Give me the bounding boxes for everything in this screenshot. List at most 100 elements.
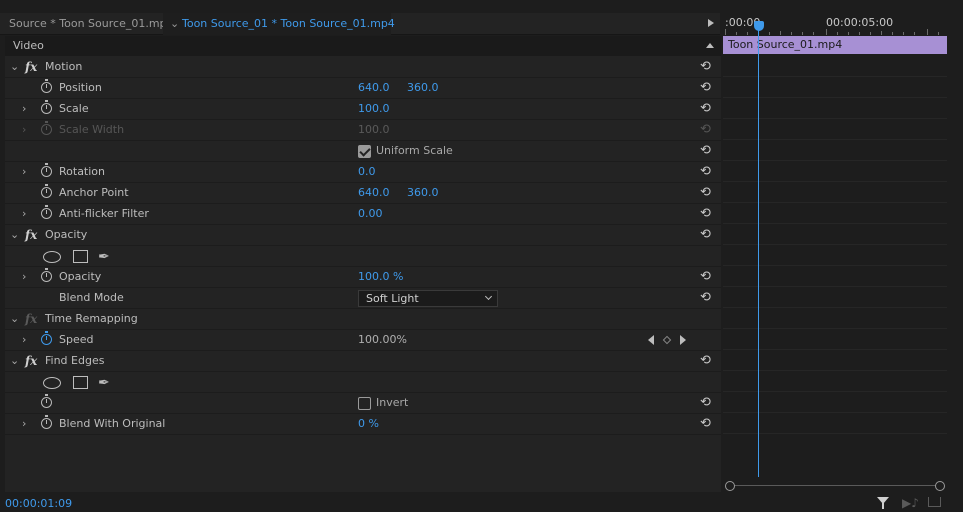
find-edges-masks-row: ✒ (5, 372, 721, 393)
pen-mask-icon[interactable]: ✒ (98, 247, 110, 267)
reset-icon[interactable]: ⟲ (700, 165, 713, 178)
anchor-y-value[interactable]: 360.0 (407, 183, 439, 203)
twirl-open-icon[interactable]: ⌄ (10, 309, 20, 329)
effect-find-edges-row[interactable]: ⌄ fx Find Edges ⟲ (5, 351, 721, 372)
chevron-down-icon (484, 292, 493, 301)
twirl-closed-icon[interactable]: › (22, 99, 32, 119)
scrollbar-start-handle[interactable] (725, 481, 735, 491)
audio-icon[interactable]: ▶♪ (902, 496, 919, 510)
filter-icon[interactable] (877, 497, 889, 509)
timeline-zoom-scrollbar[interactable] (725, 481, 945, 491)
twirl-open-icon[interactable]: ⌄ (10, 57, 20, 77)
rotation-value[interactable]: 0.0 (358, 162, 376, 182)
ruler-tick (938, 32, 939, 35)
reset-icon[interactable]: ⟲ (700, 60, 713, 73)
param-label: Rotation (59, 165, 106, 178)
lane-divider (723, 223, 947, 224)
param-anti-flicker-row: › Anti-flicker Filter 0.00 ⟲ (5, 204, 721, 225)
ruler-tick (769, 32, 770, 35)
reset-icon[interactable]: ⟲ (700, 417, 713, 430)
ellipse-mask-icon[interactable] (43, 251, 61, 263)
speed-value[interactable]: 100.00% (358, 330, 407, 350)
reset-icon[interactable]: ⟲ (700, 354, 713, 367)
ellipse-mask-icon[interactable] (43, 377, 61, 389)
reset-icon[interactable]: ⟲ (700, 270, 713, 283)
scrollbar-end-handle[interactable] (935, 481, 945, 491)
scale-value[interactable]: 100.0 (358, 99, 390, 119)
anti-flicker-value[interactable]: 0.00 (358, 204, 383, 224)
invert-checkbox[interactable] (358, 397, 371, 410)
uniform-scale-checkbox[interactable] (358, 145, 371, 158)
fx-icon[interactable]: fx (25, 57, 37, 77)
effect-motion-row[interactable]: ⌄ fx Motion ⟲ (5, 57, 721, 78)
tab-source[interactable]: Source * Toon Source_01.mp4 (9, 13, 174, 35)
stopwatch-icon[interactable] (41, 163, 52, 177)
add-keyframe-icon[interactable] (662, 335, 672, 345)
scrollbar-track[interactable] (733, 485, 937, 486)
current-timecode[interactable]: 00:00:01:09 (5, 497, 72, 510)
blend-with-original-value[interactable]: 0 % (358, 414, 379, 434)
pen-mask-icon[interactable]: ✒ (98, 373, 110, 393)
chevron-down-icon[interactable]: ⌄ (170, 13, 182, 35)
effect-opacity-row[interactable]: ⌄ fx Opacity ⟲ (5, 225, 721, 246)
reset-icon[interactable]: ⟲ (700, 207, 713, 220)
reset-icon[interactable]: ⟲ (700, 81, 713, 94)
clip-bar[interactable]: Toon Source_01.mp4 (723, 36, 947, 54)
param-opacity-row: › Opacity 100.0 % ⟲ (5, 267, 721, 288)
param-speed-row: › Speed 100.00% (5, 330, 721, 351)
stopwatch-icon[interactable] (41, 100, 52, 114)
stopwatch-icon[interactable] (41, 394, 52, 408)
lane-divider (723, 433, 947, 434)
twirl-closed-icon[interactable]: › (22, 414, 32, 434)
rectangle-mask-icon[interactable] (73, 250, 88, 263)
opacity-value[interactable]: 100.0 % (358, 267, 403, 287)
video-label: Video (13, 39, 44, 52)
twirl-open-icon[interactable]: ⌄ (10, 225, 20, 245)
fx-icon[interactable]: fx (25, 351, 37, 371)
play-icon[interactable] (708, 19, 714, 27)
scroll-up-icon[interactable] (706, 43, 714, 48)
reset-icon[interactable]: ⟲ (700, 186, 713, 199)
ruler-tick (791, 32, 792, 35)
position-y-value[interactable]: 360.0 (407, 78, 439, 98)
stopwatch-icon[interactable] (41, 205, 52, 219)
export-icon[interactable] (928, 497, 941, 507)
blend-mode-dropdown[interactable]: Soft Light (358, 290, 498, 307)
ruler-tick (859, 32, 860, 35)
reset-icon[interactable]: ⟲ (700, 102, 713, 115)
stopwatch-icon[interactable] (41, 268, 52, 282)
ruler-tick (780, 31, 781, 35)
playhead-handle[interactable] (754, 21, 764, 31)
fx-icon[interactable]: fx (25, 225, 37, 245)
twirl-closed-icon[interactable]: › (22, 330, 32, 350)
reset-icon[interactable]: ⟲ (700, 144, 713, 157)
anchor-x-value[interactable]: 640.0 (358, 183, 390, 203)
twirl-closed-icon[interactable]: › (22, 267, 32, 287)
twirl-open-icon[interactable]: ⌄ (10, 351, 20, 371)
rectangle-mask-icon[interactable] (73, 376, 88, 389)
reset-icon[interactable]: ⟲ (700, 228, 713, 241)
effect-name: Motion (45, 60, 83, 73)
ruler-tick (914, 32, 915, 35)
effect-time-remapping-row[interactable]: ⌄ fx Time Remapping (5, 309, 721, 330)
tab-effect-controls-label: Toon Source_01 * Toon Source_01.mp4 (182, 17, 395, 30)
tab-bar: Source * Toon Source_01.mp4 ⌄ Toon Source… (0, 13, 720, 35)
reset-icon[interactable]: ⟲ (700, 291, 713, 304)
reset-icon[interactable]: ⟲ (700, 396, 713, 409)
twirl-closed-icon[interactable]: › (22, 162, 32, 182)
stopwatch-icon[interactable] (41, 79, 52, 93)
ruler-tick (736, 32, 737, 35)
next-keyframe-icon[interactable] (680, 335, 686, 345)
stopwatch-icon[interactable] (41, 415, 52, 429)
playhead-line[interactable] (758, 21, 759, 477)
ruler-tick (837, 32, 838, 35)
twirl-closed-icon[interactable]: › (22, 204, 32, 224)
ruler-tick (870, 32, 871, 35)
stopwatch-icon[interactable] (41, 184, 52, 198)
effect-controls-panel: Video ⌄ fx Motion ⟲ Position 640.0 360.0… (5, 36, 721, 492)
tab-effect-controls[interactable]: ⌄ Toon Source_01 * Toon Source_01.mp4 (163, 13, 395, 35)
previous-keyframe-icon[interactable] (648, 335, 654, 345)
stopwatch-icon[interactable] (41, 331, 52, 345)
stopwatch-icon (41, 121, 52, 135)
position-x-value[interactable]: 640.0 (358, 78, 390, 98)
